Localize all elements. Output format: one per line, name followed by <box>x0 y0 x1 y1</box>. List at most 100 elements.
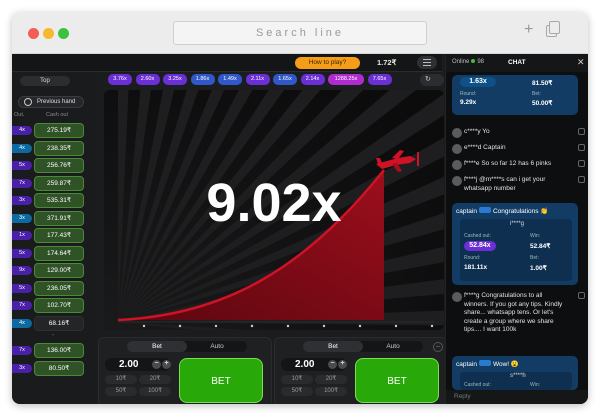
bet-button[interactable]: BET <box>355 358 439 403</box>
search-line-input[interactable]: Search line <box>173 21 427 45</box>
reply-input[interactable]: Reply <box>446 390 588 404</box>
history-multiplier[interactable]: 7.65x <box>367 74 392 85</box>
bet-row-cashout: 68.16₹ <box>34 315 84 331</box>
chat-message: e****d Captain <box>452 144 585 154</box>
bet-row: 5x 256.76₹ <box>12 157 94 174</box>
chat-message-text: e****d Captain <box>464 144 506 151</box>
balance-display: 1.72₹ <box>377 58 397 67</box>
quick-amount-button[interactable]: 20₹ <box>139 375 171 384</box>
history-multiplier[interactable]: 1.86x <box>190 74 215 85</box>
captain-message-card: captain Congratulations 👏 i****g Cashed o… <box>452 203 578 285</box>
win-card-bet-value: 50.00₹ <box>532 100 553 107</box>
history-multiplier[interactable]: 1.49x <box>218 74 242 85</box>
bet-row: 5x 174.64₹ <box>12 245 94 262</box>
menu-icon-line <box>423 62 431 63</box>
bet-row-cashout: 102.70₹ <box>34 298 84 313</box>
like-icon[interactable] <box>578 292 585 299</box>
avatar <box>452 160 462 170</box>
history-multiplier[interactable]: 2.60x <box>135 74 160 85</box>
current-multiplier: 9.02x <box>206 173 342 233</box>
tab-top[interactable]: Top <box>20 76 70 86</box>
increase-amount-icon[interactable]: + <box>338 360 347 369</box>
history-multiplier[interactable]: 3.76x <box>108 74 132 85</box>
tab-bet[interactable]: Bet <box>303 341 363 352</box>
bet-amount-value[interactable]: 2.00 <box>119 359 138 370</box>
bet-row-cashout: 177.43₹ <box>34 228 84 243</box>
history-multiplier[interactable]: 3.25x <box>163 74 187 85</box>
chat-panel: Online 98 CHAT ✕ 1.63x 81.50₹ Round: 9.29… <box>445 54 588 404</box>
bet-amount-stepper[interactable]: 2.00 − + <box>281 358 347 371</box>
chat-message: f****g Congratulations to all winners. I… <box>452 292 585 352</box>
like-icon[interactable] <box>578 128 585 135</box>
win-card-round-label: Round: <box>460 91 477 97</box>
bet-row: 4x 275.19₹ <box>12 122 94 139</box>
quick-amount-button[interactable]: 100₹ <box>139 387 171 396</box>
captain-message-card-2: captain Wow! 😮 s****h Cashed out: Win: <box>452 356 578 390</box>
captain-text: Wow! 😮 <box>492 361 520 368</box>
bet-row: 3x 80.50₹ <box>12 360 94 377</box>
tab-bet[interactable]: Bet <box>127 341 187 352</box>
shared-bet-user: i****g <box>510 221 525 227</box>
menu-icon-line <box>423 59 431 60</box>
x-axis-dot <box>394 324 398 328</box>
avatar <box>452 176 462 186</box>
chat-message: f****j @m****s can i get your whatsapp n… <box>452 176 585 196</box>
bet-row-cashout: 238.35₹ <box>34 140 84 156</box>
tabs-copy-icon[interactable] <box>546 21 560 37</box>
history-toggle-button[interactable] <box>420 74 444 86</box>
bet-mode-toggle: Bet Auto <box>303 341 423 352</box>
cashed-out-label: Cashed out: <box>464 233 491 239</box>
bet-button[interactable]: BET <box>179 358 263 403</box>
quick-amount-button[interactable]: 20₹ <box>315 375 347 384</box>
bet-row-multiplier: 5x <box>12 161 32 170</box>
moderator-badge-icon <box>478 360 491 366</box>
win-card-multiplier: 1.63x <box>460 77 496 87</box>
quick-amount-button[interactable]: 10₹ <box>105 375 137 384</box>
avatar <box>452 292 462 302</box>
like-icon[interactable] <box>578 160 585 167</box>
how-to-play-button[interactable]: How to play? <box>295 57 360 69</box>
menu-button[interactable] <box>417 56 437 69</box>
history-multiplier[interactable]: 2.14x <box>300 74 325 85</box>
increase-amount-icon[interactable]: + <box>162 360 171 369</box>
decrease-amount-icon[interactable]: − <box>152 360 161 369</box>
bets-panel: Top Previous hand Out. Cash out 4x 275.19… <box>12 72 96 404</box>
history-multiplier[interactable]: 2.11x <box>245 74 270 85</box>
bet-row-multiplier: 3x <box>12 213 32 223</box>
x-axis-dot <box>142 324 146 328</box>
online-dot-icon <box>471 59 476 63</box>
like-icon[interactable] <box>578 144 585 151</box>
history-multiplier[interactable]: 1288.25x <box>328 74 364 85</box>
captain-header: captain Congratulations 👏 <box>456 207 548 215</box>
close-window-button[interactable] <box>28 28 39 39</box>
new-tab-plus-icon[interactable]: + <box>524 22 540 38</box>
quick-amount-button[interactable]: 100₹ <box>315 387 347 396</box>
bet-row-multiplier: 7x <box>12 346 32 355</box>
bet-row-multiplier: 9x <box>12 266 32 275</box>
bet-amount-value[interactable]: 2.00 <box>295 359 314 370</box>
bet-amount-stepper[interactable]: 2.00 − + <box>105 358 171 371</box>
maximize-window-button[interactable] <box>58 28 69 39</box>
remove-panel-icon[interactable]: − <box>433 342 443 352</box>
decrease-amount-icon[interactable]: − <box>328 360 337 369</box>
win-card-bet-label: Bet: <box>532 91 541 97</box>
previous-hand-button[interactable]: Previous hand <box>18 96 84 108</box>
chat-message: f****e So so far 12 has 6 pinks <box>452 160 585 170</box>
bet-row-multiplier: 4x <box>12 126 32 135</box>
close-chat-icon[interactable]: ✕ <box>577 57 585 68</box>
bet-row-cashout: 259.87₹ <box>34 175 84 191</box>
quick-amount-button[interactable]: 10₹ <box>281 375 313 384</box>
quick-amount-button[interactable]: 50₹ <box>105 387 137 396</box>
like-icon[interactable] <box>578 176 585 183</box>
tab-auto[interactable]: Auto <box>363 341 423 352</box>
game-canvas: 9.02x <box>104 90 444 330</box>
quick-amount-button[interactable]: 50₹ <box>281 387 313 396</box>
game-app: How to play? 1.72₹ Top Previous hand Out… <box>12 54 588 404</box>
history-multiplier[interactable]: 1.65x <box>273 74 297 85</box>
tab-auto[interactable]: Auto <box>187 341 247 352</box>
minimize-window-button[interactable] <box>43 28 54 39</box>
browser-toolbar: Search line + <box>12 12 588 54</box>
captain-name: captain <box>456 208 477 215</box>
bet-row-cashout: 371.91₹ <box>34 210 84 226</box>
separator-dash: - <box>52 332 55 339</box>
